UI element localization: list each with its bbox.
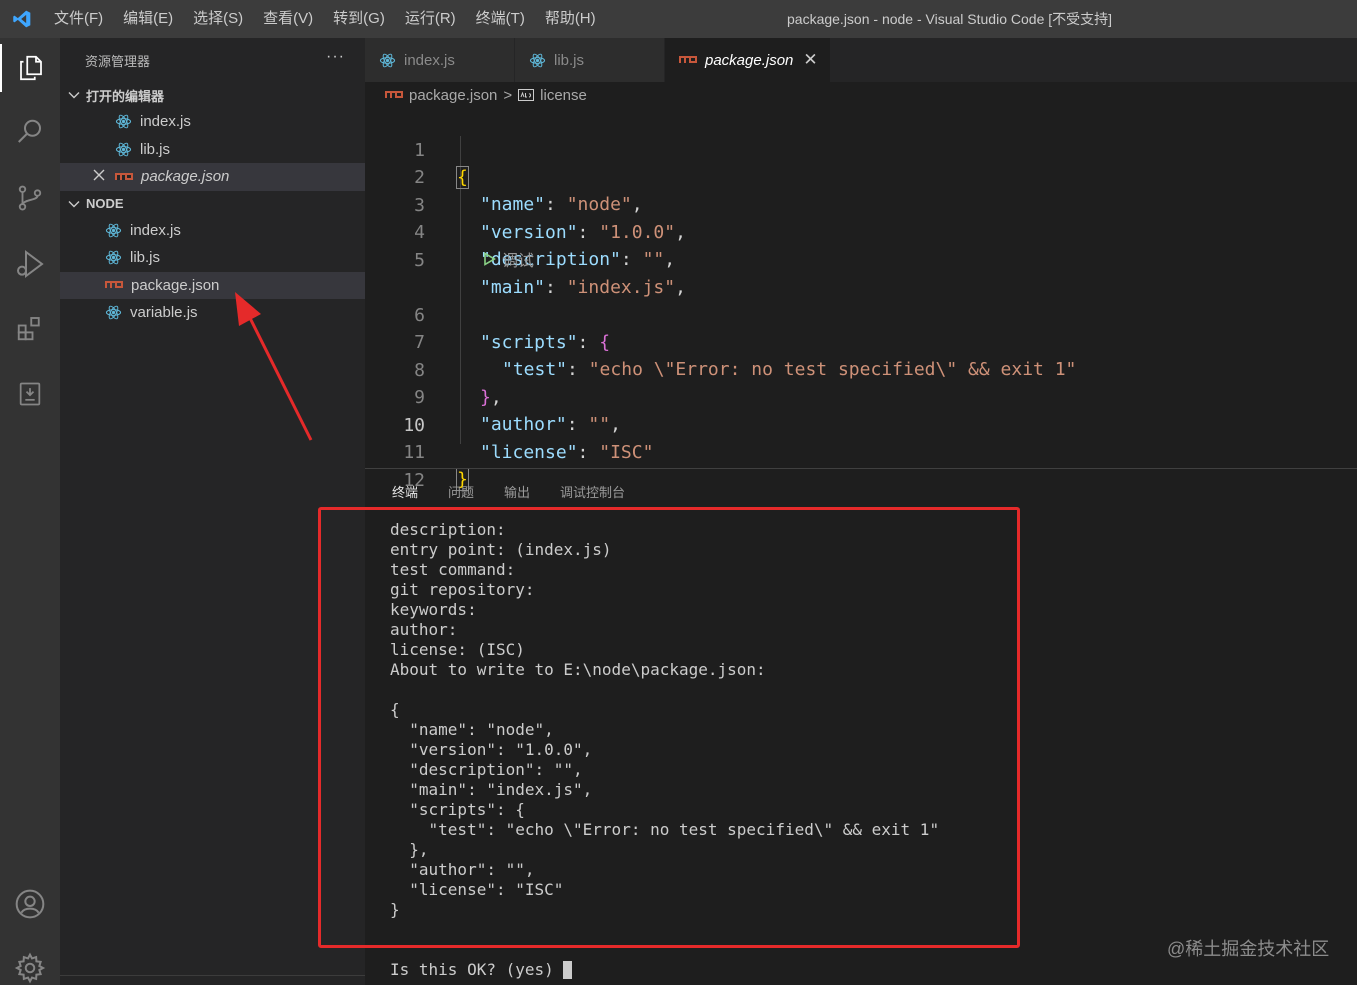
open-editor-label: lib.js — [140, 140, 171, 158]
debug-codelens[interactable]: 调试 — [483, 247, 534, 271]
npm-file-icon — [115, 172, 133, 182]
code-line: 2 "name": "node", — [365, 136, 1357, 216]
code-line: 5 "main": "index.js", — [365, 219, 1357, 299]
tab-lib-js[interactable]: lib.js — [515, 38, 665, 82]
breadcrumb-symbol[interactable]: license — [540, 87, 587, 104]
file-label: variable.js — [130, 304, 198, 322]
menu-selection[interactable]: 选择(S) — [183, 0, 253, 38]
code-line: 7 "test": "echo \"Error: no test specifi… — [365, 301, 1357, 381]
code-line: 12 — [365, 439, 1357, 491]
folder-label: NODE — [86, 196, 124, 211]
tab-label: index.js — [404, 51, 455, 69]
terminal-prompt[interactable]: Is this OK? (yes) — [390, 960, 573, 979]
sidebar-title: 资源管理器 — [85, 53, 151, 69]
play-icon — [484, 252, 496, 266]
tab-debug-console[interactable]: 调试控制台 — [560, 482, 625, 510]
chevron-down-icon — [68, 92, 80, 99]
close-tab-icon[interactable]: ✕ — [803, 50, 817, 70]
open-editor-label: package.json — [141, 168, 230, 186]
npm-file-icon — [385, 90, 403, 100]
code-editor[interactable]: 1 { 2 "name": "node", 3 "version": "1.0.… — [365, 108, 1357, 491]
editor-tabs: index.js lib.js package.json ✕ — [365, 38, 1357, 82]
codelens-label: 调试 — [502, 253, 535, 270]
source-control-icon[interactable] — [0, 174, 60, 222]
open-editor-index-js[interactable]: index.js — [60, 108, 365, 136]
remote-icon[interactable] — [0, 370, 60, 418]
react-file-icon — [115, 141, 132, 158]
code-line: 3 "version": "1.0.0", — [365, 164, 1357, 244]
panel-divider — [365, 468, 1357, 469]
breadcrumb-separator: > — [503, 86, 513, 104]
react-file-icon — [115, 113, 132, 130]
breadcrumb: package.json > license — [385, 84, 587, 106]
tab-index-js[interactable]: index.js — [365, 38, 515, 82]
file-lib-js[interactable]: lib.js — [60, 244, 365, 272]
code-line: 6 "scripts": { — [365, 274, 1357, 354]
account-icon[interactable] — [0, 880, 60, 928]
react-file-icon — [529, 52, 546, 69]
watermark: @稀土掘金技术社区 — [1167, 939, 1330, 959]
run-debug-icon[interactable] — [0, 240, 60, 288]
menu-file[interactable]: 文件(F) — [44, 0, 113, 38]
menu-edit[interactable]: 编辑(E) — [113, 0, 183, 38]
tab-problems[interactable]: 问题 — [448, 482, 474, 510]
more-actions-icon[interactable]: ··· — [326, 48, 345, 66]
npm-file-icon — [679, 55, 697, 65]
activity-bar — [0, 38, 60, 985]
close-icon[interactable] — [92, 168, 106, 186]
menu-run[interactable]: 运行(R) — [395, 0, 466, 38]
code-line-current: 10 "license": "ISC" — [365, 384, 1357, 464]
file-label: lib.js — [130, 249, 161, 267]
menu-bar: 文件(F) 编辑(E) 选择(S) 查看(V) 转到(G) 运行(R) 终端(T… — [44, 0, 606, 38]
search-icon[interactable] — [0, 108, 60, 156]
terminal-cursor — [563, 961, 573, 979]
open-editor-lib-js[interactable]: lib.js — [60, 136, 365, 164]
vscode-logo-icon — [0, 0, 44, 38]
react-file-icon — [105, 304, 122, 321]
npm-file-icon — [105, 280, 123, 290]
open-editors-section[interactable]: 打开的编辑器 — [60, 82, 365, 108]
file-label: package.json — [131, 276, 220, 294]
open-editor-package-json[interactable]: package.json — [60, 163, 365, 191]
sidebar-divider — [60, 975, 365, 976]
tab-label: package.json — [705, 51, 794, 69]
red-arrow-annotation — [235, 292, 313, 441]
string-symbol-icon — [518, 89, 535, 101]
prompt-text: Is this OK? (yes) — [390, 960, 564, 979]
explorer-icon[interactable] — [0, 44, 60, 92]
code-line: 1 { — [365, 109, 1357, 189]
file-label: index.js — [130, 221, 181, 239]
node-folder-section[interactable]: NODE — [60, 191, 365, 217]
chevron-down-icon — [68, 200, 80, 207]
settings-gear-icon[interactable] — [0, 944, 60, 985]
menu-go[interactable]: 转到(G) — [323, 0, 395, 38]
extensions-icon[interactable] — [0, 304, 60, 352]
react-file-icon — [379, 52, 396, 69]
tab-package-json[interactable]: package.json ✕ — [665, 38, 831, 82]
panel-tabs: 终端 问题 输出 调试控制台 — [392, 482, 655, 510]
code-line: 11 } — [365, 411, 1357, 491]
window-title: package.json - node - Visual Studio Code… — [787, 11, 1113, 27]
menu-view[interactable]: 查看(V) — [253, 0, 323, 38]
open-editor-label: index.js — [140, 113, 191, 131]
sidebar-header: 资源管理器 ··· — [60, 38, 365, 82]
tab-label: lib.js — [554, 51, 585, 69]
react-file-icon — [105, 249, 122, 266]
file-index-js[interactable]: index.js — [60, 217, 365, 245]
line-number: 5 — [414, 249, 425, 271]
breadcrumb-file[interactable]: package.json — [409, 87, 497, 104]
tab-output[interactable]: 输出 — [504, 482, 530, 510]
menu-help[interactable]: 帮助(H) — [535, 0, 606, 38]
json-value: "" — [642, 249, 665, 270]
react-file-icon — [105, 222, 122, 239]
code-line: 9 "author": "", — [365, 356, 1357, 436]
code-line: 4 "description": "", — [365, 191, 1357, 271]
code-line: 8 }, — [365, 329, 1357, 409]
open-editors-label: 打开的编辑器 — [86, 88, 165, 104]
title-bar: 文件(F) 编辑(E) 选择(S) 查看(V) 转到(G) 运行(R) 终端(T… — [0, 0, 1357, 38]
tab-terminal[interactable]: 终端 — [392, 482, 419, 510]
highlight-box — [318, 507, 1020, 948]
menu-terminal[interactable]: 终端(T) — [466, 0, 535, 38]
